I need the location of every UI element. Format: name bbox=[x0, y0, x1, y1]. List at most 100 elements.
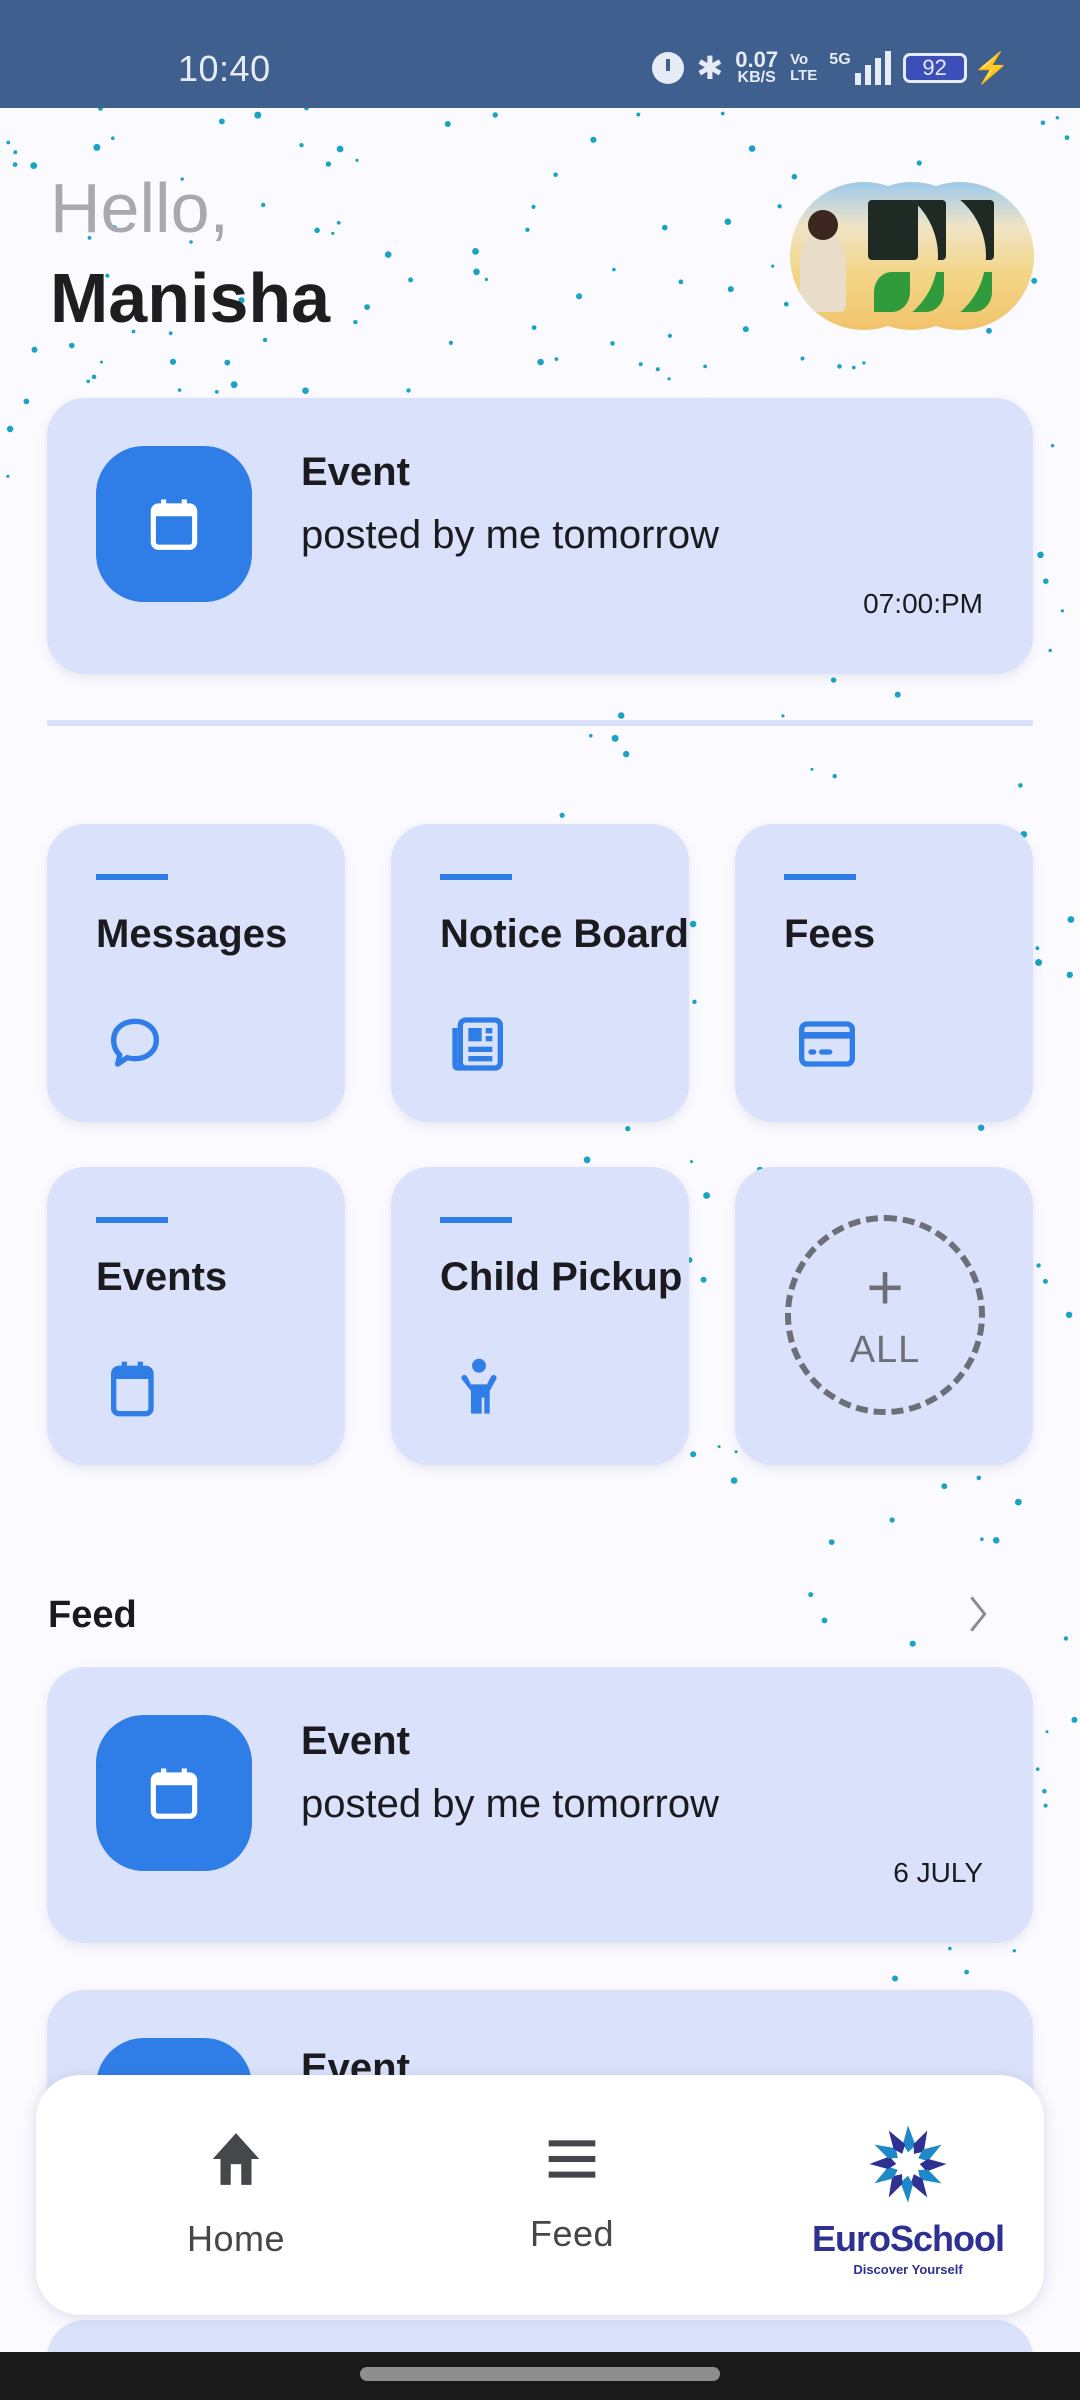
background-dot bbox=[448, 340, 453, 345]
background-dot bbox=[1043, 1803, 1048, 1808]
background-dot bbox=[1043, 578, 1049, 584]
background-dot bbox=[98, 108, 103, 111]
background-dot bbox=[1045, 1730, 1049, 1734]
chevron-right-icon[interactable] bbox=[960, 1594, 996, 1634]
background-dot bbox=[589, 733, 593, 738]
background-dot bbox=[724, 218, 732, 225]
background-dot bbox=[941, 1483, 948, 1490]
all-services-button[interactable]: + ALL bbox=[785, 1215, 985, 1415]
tile-events[interactable]: Events bbox=[47, 1167, 345, 1465]
newspaper-icon bbox=[452, 1017, 503, 1071]
logo-petal bbox=[869, 2155, 897, 2169]
greeting-name: Manisha bbox=[50, 259, 331, 337]
greeting-hello: Hello, bbox=[50, 169, 229, 247]
euroschool-logo[interactable]: EuroSchool Discover Yourself bbox=[758, 2075, 1058, 2315]
background-dot bbox=[1012, 1949, 1016, 1953]
background-dot bbox=[638, 362, 643, 367]
background-dot bbox=[384, 251, 392, 258]
signal-bar bbox=[874, 58, 881, 85]
background-dot bbox=[473, 268, 480, 276]
greeting: Hello, Manisha bbox=[50, 168, 330, 338]
tile-child-pickup[interactable]: Child Pickup bbox=[391, 1167, 689, 1465]
event-icon-box bbox=[96, 446, 252, 602]
upcoming-event-card[interactable]: Event posted by me tomorrow 07:00:PM bbox=[47, 398, 1033, 674]
background-dot bbox=[1035, 1767, 1040, 1771]
background-dot bbox=[748, 145, 756, 152]
background-dot bbox=[662, 224, 668, 231]
background-dot bbox=[894, 691, 901, 698]
background-dot bbox=[13, 150, 18, 155]
background-dot bbox=[262, 337, 268, 343]
background-dot bbox=[832, 774, 837, 779]
tile-label: Events bbox=[96, 1255, 228, 1299]
home-icon bbox=[212, 2133, 260, 2185]
background-dot bbox=[537, 358, 544, 366]
background-dot bbox=[617, 712, 625, 719]
background-dot bbox=[734, 1450, 738, 1454]
background-dot bbox=[336, 145, 344, 153]
tile-messages[interactable]: Messages bbox=[47, 824, 345, 1122]
background-dot bbox=[692, 999, 697, 1004]
background-dot bbox=[791, 173, 798, 180]
background-dot bbox=[623, 750, 630, 758]
feed-item[interactable]: Event posted by me tomorrow 6 JULY bbox=[47, 1667, 1033, 1943]
tile-label: Child Pickup bbox=[440, 1255, 683, 1299]
background-dot bbox=[304, 108, 309, 111]
background-dot bbox=[612, 267, 616, 272]
background-dot bbox=[717, 1445, 721, 1449]
background-dot bbox=[484, 277, 488, 281]
logo-petal bbox=[900, 2175, 914, 2203]
background-dot bbox=[964, 1969, 969, 1975]
all-label: ALL bbox=[849, 1328, 921, 1371]
logo-tagline: Discover Yourself bbox=[853, 2261, 963, 2277]
background-dot bbox=[6, 474, 10, 478]
background-dot bbox=[703, 364, 707, 369]
status-bar: 10:40 ✱ 0.07 KB/S Vo LTE 5G 92 ⚡ bbox=[0, 0, 1080, 108]
background-dot bbox=[1036, 1263, 1041, 1268]
signal-bar bbox=[884, 51, 891, 85]
nav-feed[interactable]: Feed bbox=[422, 2075, 722, 2315]
background-dot bbox=[100, 360, 103, 364]
background-dot bbox=[690, 1451, 697, 1458]
background-dot bbox=[559, 812, 565, 818]
background-dot bbox=[353, 319, 358, 325]
background-dot bbox=[1042, 1789, 1047, 1794]
logo-petal bbox=[919, 2158, 947, 2172]
background-dot bbox=[331, 231, 335, 235]
background-dot bbox=[916, 160, 922, 166]
background-dot bbox=[771, 264, 775, 268]
volte-indicator: Vo LTE bbox=[790, 52, 817, 84]
feed-section-title: Feed bbox=[48, 1594, 137, 1636]
background-dot bbox=[336, 220, 341, 225]
event-icon-box bbox=[96, 1715, 252, 1871]
background-dot bbox=[214, 390, 219, 394]
tile-accent-bar bbox=[440, 1217, 512, 1223]
background-dot bbox=[169, 358, 177, 365]
background-dot bbox=[6, 140, 11, 145]
background-dot bbox=[583, 1156, 591, 1164]
background-dot bbox=[980, 1537, 984, 1541]
battery-level: 92 bbox=[922, 55, 947, 80]
bluetooth-icon: ✱ bbox=[696, 50, 724, 86]
background-dot bbox=[554, 357, 559, 361]
section-divider bbox=[47, 720, 1033, 726]
tile-all-services[interactable]: + ALL bbox=[735, 1167, 1033, 1465]
signal-bar bbox=[854, 73, 861, 85]
background-dot bbox=[667, 377, 671, 381]
background-dot bbox=[720, 111, 725, 116]
child-avatar-stack[interactable] bbox=[790, 182, 1034, 330]
net-speed-unit: KB/S bbox=[737, 69, 776, 86]
tile-notice-board[interactable]: Notice Board bbox=[391, 824, 689, 1122]
nav-home[interactable]: Home bbox=[86, 2075, 386, 2315]
background-dot bbox=[1037, 551, 1044, 559]
background-dot bbox=[472, 248, 479, 255]
background-dot bbox=[821, 1617, 828, 1624]
background-dot bbox=[700, 1276, 707, 1283]
tile-fees[interactable]: Fees bbox=[735, 824, 1033, 1122]
background-dot bbox=[636, 112, 641, 117]
background-dot bbox=[889, 1517, 895, 1523]
logo-name: EuroSchool bbox=[811, 2217, 1005, 2259]
calendar-icon bbox=[111, 1361, 154, 1417]
gesture-handle[interactable] bbox=[360, 2367, 720, 2381]
background-dot bbox=[364, 304, 370, 310]
